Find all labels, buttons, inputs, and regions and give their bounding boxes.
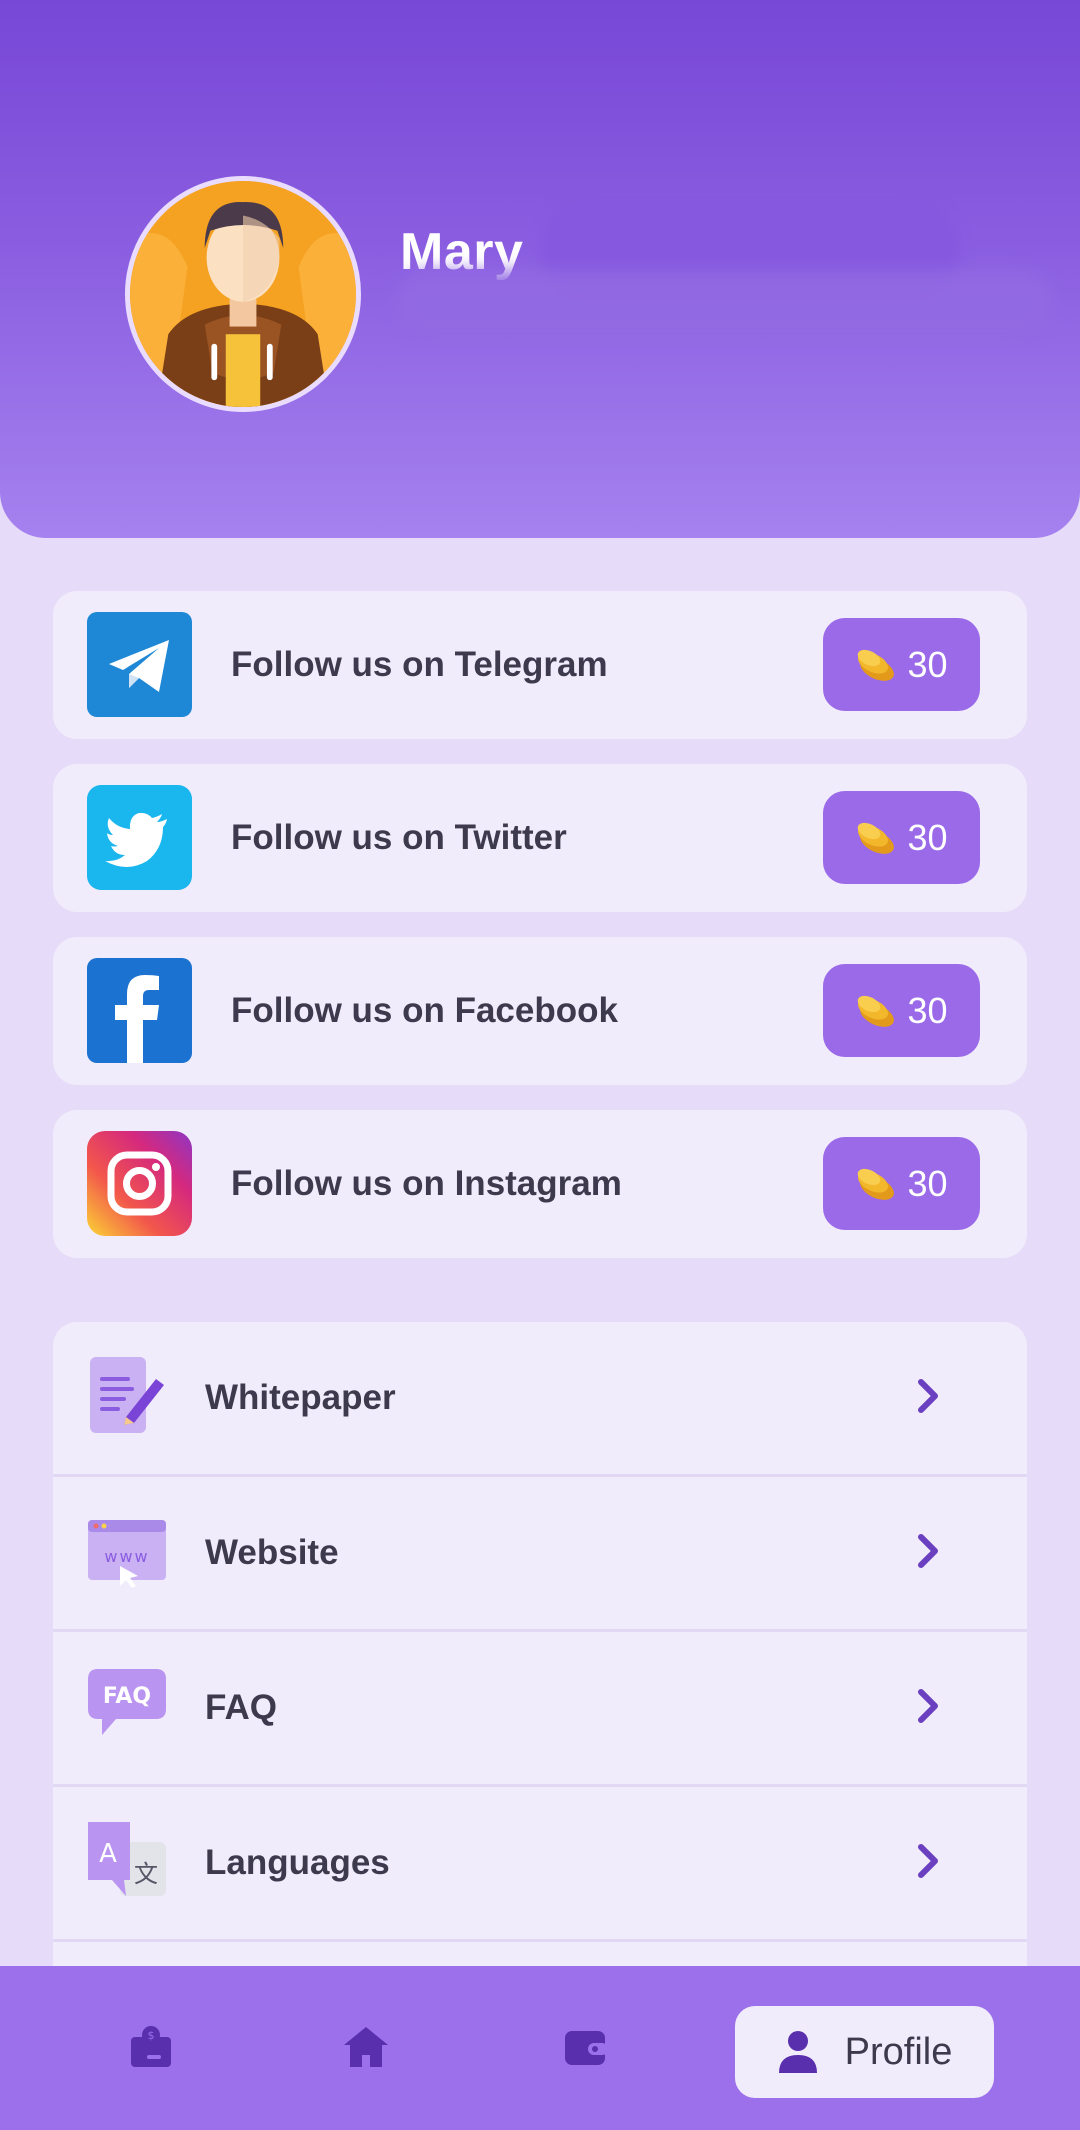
- profile-header: Mary: [0, 0, 1080, 538]
- coins-icon: [855, 1166, 899, 1202]
- chevron-right-icon: [913, 1531, 943, 1571]
- coins-icon: [855, 647, 899, 683]
- svg-text:FAQ: FAQ: [103, 1684, 151, 1709]
- task-label: Follow us on Telegram: [231, 645, 608, 684]
- profile-icon: [778, 2031, 817, 2073]
- coins-icon: [855, 820, 899, 856]
- reward-badge[interactable]: 30: [823, 618, 980, 711]
- menu-label: Website: [205, 1533, 339, 1572]
- task-twitter[interactable]: Follow us on Twitter 30: [53, 764, 1027, 912]
- document-pen-icon: [86, 1355, 168, 1437]
- reward-badge[interactable]: 30: [823, 791, 980, 884]
- task-facebook[interactable]: Follow us on Facebook 30: [53, 937, 1027, 1085]
- redaction-overlay: [395, 270, 1055, 340]
- reward-badge[interactable]: 30: [823, 964, 980, 1057]
- settings-menu: Whitepaper www Website FAQ FAQ A 文 Langu…: [53, 1322, 1027, 1982]
- task-label: Follow us on Instagram: [231, 1164, 622, 1203]
- home-icon: [344, 2027, 388, 2067]
- menu-item-faq[interactable]: FAQ FAQ: [53, 1632, 1027, 1787]
- menu-label: FAQ: [205, 1688, 277, 1727]
- reward-amount: 30: [907, 989, 948, 1031]
- telegram-icon: [87, 612, 192, 717]
- nav-profile[interactable]: Profile: [735, 2006, 994, 2098]
- svg-text:A: A: [99, 1839, 117, 1869]
- browser-www-icon: www: [86, 1510, 168, 1592]
- man-avatar-icon: [130, 181, 356, 407]
- facebook-icon: [87, 958, 192, 1063]
- chevron-right-icon: [913, 1376, 943, 1416]
- svg-text:$: $: [148, 2029, 155, 2042]
- task-instagram[interactable]: Follow us on Instagram 30: [53, 1110, 1027, 1258]
- nav-wallet[interactable]: [538, 2002, 634, 2092]
- menu-item-languages[interactable]: A 文 Languages: [53, 1787, 1027, 1942]
- reward-amount: 30: [907, 643, 948, 685]
- task-telegram[interactable]: Follow us on Telegram 30: [53, 591, 1027, 739]
- reward-amount: 30: [907, 1162, 948, 1204]
- wallet-icon: [565, 2031, 608, 2065]
- avatar[interactable]: [125, 176, 361, 412]
- bottom-nav: $ Profile: [0, 1966, 1080, 2130]
- reward-badge[interactable]: 30: [823, 1137, 980, 1230]
- menu-label: Languages: [205, 1843, 390, 1882]
- menu-label: Whitepaper: [205, 1378, 396, 1417]
- coins-icon: [855, 993, 899, 1029]
- task-label: Follow us on Twitter: [231, 818, 567, 857]
- chevron-right-icon: [913, 1841, 943, 1881]
- wallet-dollar-icon: $: [131, 2026, 171, 2067]
- translate-icon: A 文: [86, 1820, 168, 1902]
- chevron-right-icon: [913, 1686, 943, 1726]
- reward-amount: 30: [907, 816, 948, 858]
- nav-home[interactable]: [318, 2002, 414, 2092]
- faq-bubble-icon: FAQ: [86, 1665, 168, 1747]
- task-label: Follow us on Facebook: [231, 991, 618, 1030]
- nav-profile-label: Profile: [844, 2030, 953, 2073]
- twitter-icon: [87, 785, 192, 890]
- svg-text:www: www: [104, 1547, 149, 1566]
- menu-item-whitepaper[interactable]: Whitepaper: [53, 1322, 1027, 1477]
- instagram-icon: [87, 1131, 192, 1236]
- nav-earn[interactable]: $: [103, 2002, 199, 2092]
- menu-item-website[interactable]: www Website: [53, 1477, 1027, 1632]
- svg-text:文: 文: [134, 1860, 158, 1888]
